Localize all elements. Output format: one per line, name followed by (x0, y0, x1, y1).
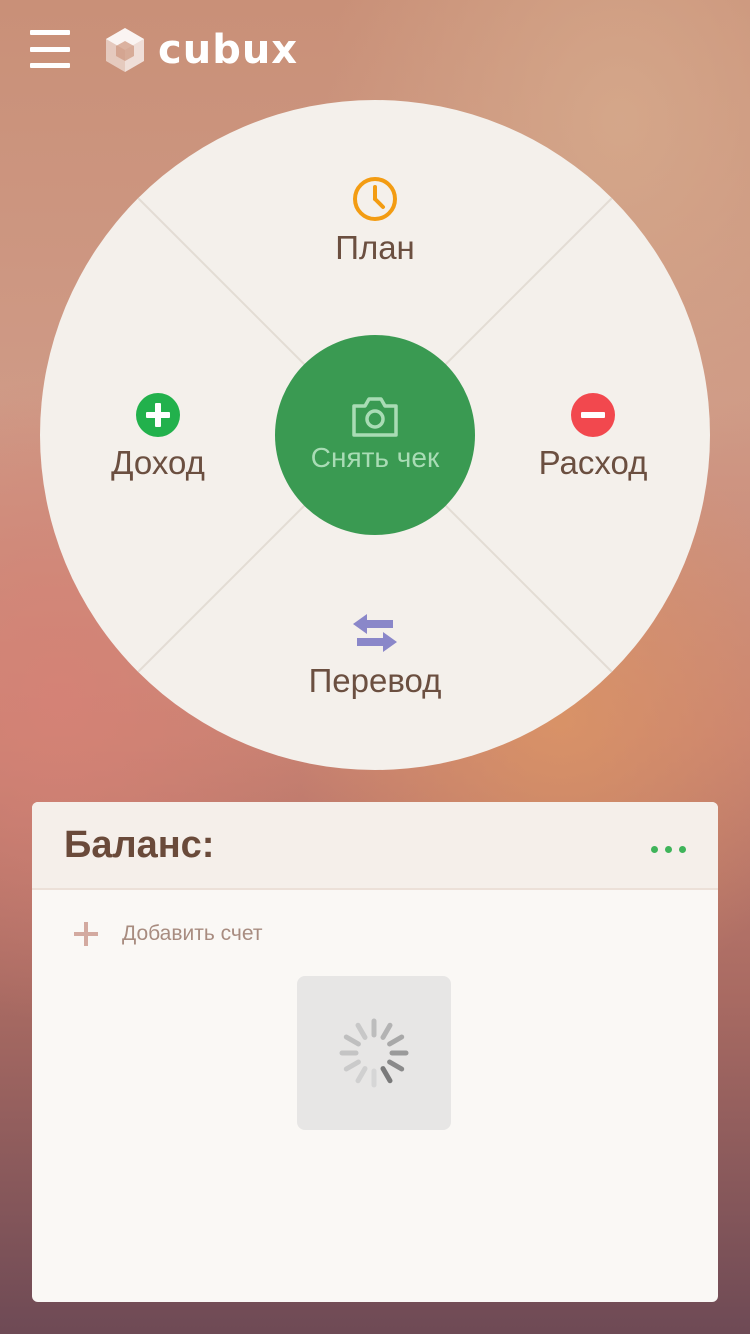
camera-icon (352, 397, 398, 437)
spinner-icon (339, 1018, 409, 1088)
plan-label: План (335, 229, 415, 266)
balance-title: Баланс: (64, 824, 215, 866)
balance-card-header: Баланс: (32, 802, 718, 890)
logo-text: cubux (158, 27, 299, 73)
plan-button[interactable]: План (275, 175, 475, 267)
plus-circle-icon (136, 393, 180, 437)
cube-logo-icon (106, 28, 144, 72)
plus-icon (74, 922, 98, 946)
income-label: Доход (111, 444, 205, 481)
add-account-button[interactable]: Добавить счет (72, 920, 262, 948)
more-dots-icon[interactable] (651, 846, 686, 853)
add-account-label: Добавить счет (122, 922, 263, 945)
app-logo: cubux (100, 24, 298, 76)
hamburger-icon[interactable] (30, 30, 70, 68)
scan-receipt-label: Снять чек (310, 442, 440, 473)
expense-label: Расход (538, 444, 648, 481)
loading-indicator (297, 976, 451, 1130)
scan-receipt-button[interactable]: Снять чек (275, 335, 475, 535)
minus-circle-icon (571, 393, 615, 437)
transfer-label: Перевод (308, 662, 442, 699)
expense-button[interactable]: Расход (493, 392, 693, 482)
clock-icon (353, 177, 397, 221)
balance-card: Баланс: Добавить счет (32, 802, 718, 1302)
app-header: cubux (0, 0, 750, 100)
transfer-arrows-icon (353, 614, 397, 652)
action-wheel: План Доход Расход Перевод Снять чек (40, 100, 710, 770)
income-button[interactable]: Доход (58, 392, 258, 482)
transfer-button[interactable]: Перевод (275, 610, 475, 700)
